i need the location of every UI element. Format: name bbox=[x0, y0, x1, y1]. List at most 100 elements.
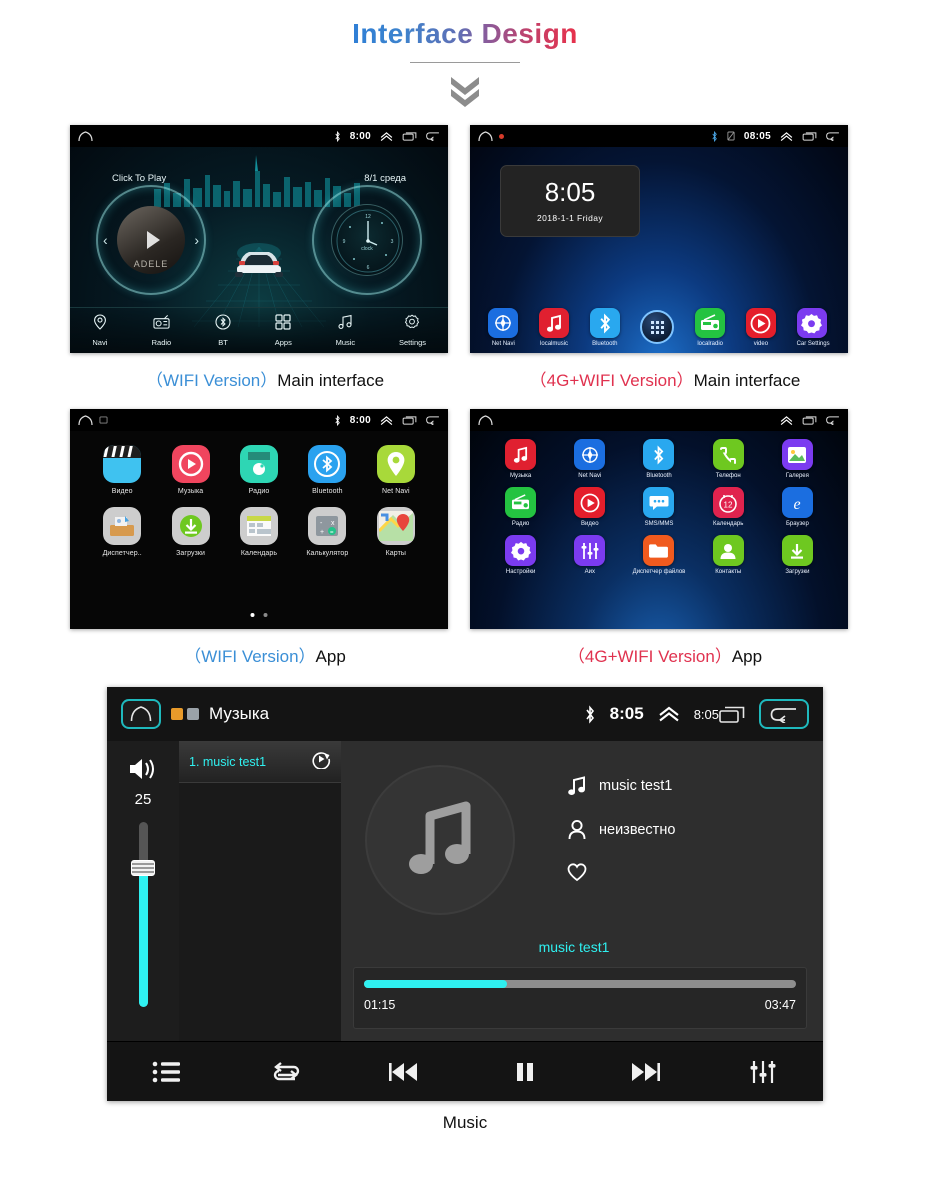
clock-label: clock bbox=[361, 245, 373, 252]
play-ring-icon[interactable] bbox=[311, 749, 331, 774]
dock-item-net-navi[interactable]: Net Navi bbox=[488, 308, 519, 347]
player-center: music test1 неизвестно music test1 01:15… bbox=[341, 741, 823, 1041]
recents-icon[interactable] bbox=[802, 131, 817, 141]
home-icon[interactable] bbox=[78, 130, 93, 142]
back-icon[interactable] bbox=[426, 415, 440, 425]
player-title: Музыка bbox=[209, 704, 270, 723]
app-item-downloads[interactable]: Загрузки bbox=[156, 507, 224, 557]
volume-icon[interactable] bbox=[127, 755, 159, 783]
back-icon[interactable] bbox=[426, 131, 440, 141]
equalizer-button[interactable] bbox=[740, 1054, 786, 1090]
dock-item-bluetooth[interactable]: Bluetooth bbox=[589, 308, 620, 347]
app-item-maps[interactable]: Карты bbox=[362, 507, 430, 557]
dock-item-bt[interactable]: BT bbox=[215, 314, 231, 347]
dock-item-music[interactable]: Music bbox=[336, 314, 355, 347]
recents-icon[interactable] bbox=[402, 131, 417, 141]
chevron-up-icon[interactable] bbox=[380, 415, 393, 425]
dock-item-settings[interactable]: Settings bbox=[399, 314, 426, 347]
repeat-button[interactable] bbox=[263, 1054, 309, 1090]
app-item-file-manager[interactable]: Диспетчер файлов bbox=[624, 535, 693, 575]
now-playing-label: music test1 bbox=[538, 939, 610, 955]
meta-favorite-row[interactable] bbox=[567, 863, 675, 882]
dock-item-localmusic[interactable]: localmusic bbox=[539, 308, 570, 347]
dock-item-app-drawer[interactable] bbox=[640, 310, 675, 347]
app-item-settings[interactable]: Настройки bbox=[486, 535, 555, 575]
app-item-music[interactable]: Музыка bbox=[156, 445, 224, 495]
download-icon bbox=[171, 507, 210, 545]
app-item-gallery[interactable]: Галерея bbox=[763, 439, 832, 479]
dock-label: localradio bbox=[697, 341, 723, 347]
chevron-up-icon[interactable] bbox=[658, 706, 680, 722]
next-arrow-icon[interactable]: › bbox=[194, 232, 199, 248]
click-to-play-label[interactable]: Click To Play bbox=[112, 173, 166, 184]
app-item-video[interactable]: Видео bbox=[555, 487, 624, 527]
chevron-up-icon[interactable] bbox=[380, 131, 393, 141]
chevron-up-icon[interactable] bbox=[780, 415, 793, 425]
pause-button[interactable] bbox=[502, 1054, 548, 1090]
dock-label: Radio bbox=[151, 338, 172, 347]
page-dot[interactable] bbox=[263, 613, 268, 617]
list-item[interactable]: 1. music test1 bbox=[179, 741, 341, 783]
recents-icon[interactable] bbox=[402, 415, 417, 425]
app-item-aux[interactable]: Аих bbox=[555, 535, 624, 575]
bluetooth-icon bbox=[308, 445, 347, 483]
next-button[interactable] bbox=[621, 1054, 667, 1090]
app-item-net-navi[interactable]: Net Navi bbox=[555, 439, 624, 479]
previous-button[interactable] bbox=[382, 1054, 428, 1090]
app-item-calendar[interactable]: 12 Календарь bbox=[694, 487, 763, 527]
back-button[interactable] bbox=[759, 699, 809, 729]
seek-area: 01:15 03:47 bbox=[353, 967, 807, 1029]
seek-slider[interactable] bbox=[364, 980, 796, 988]
app-item-radio[interactable]: Радио bbox=[486, 487, 555, 527]
app-item-music[interactable]: Музыка bbox=[486, 439, 555, 479]
chevron-up-icon[interactable] bbox=[780, 131, 793, 141]
prev-arrow-icon[interactable]: ‹ bbox=[103, 232, 108, 248]
heart-icon[interactable] bbox=[567, 863, 587, 882]
app-item-phone[interactable]: Телефон bbox=[694, 439, 763, 479]
back-icon[interactable] bbox=[826, 415, 840, 425]
dock-item-video[interactable]: video bbox=[745, 308, 776, 347]
app-item-bluetooth[interactable]: Bluetooth bbox=[293, 445, 361, 495]
app-item-calendar[interactable]: Календарь bbox=[225, 507, 293, 557]
app-item-bluetooth[interactable]: Bluetooth bbox=[624, 439, 693, 479]
recents-icon[interactable] bbox=[802, 415, 817, 425]
app-item-video[interactable]: Видео bbox=[88, 445, 156, 495]
app-item-sms[interactable]: SMS/MMS bbox=[624, 487, 693, 527]
app-item-contacts[interactable]: Контакты bbox=[694, 535, 763, 575]
app-item-calculator[interactable]: - x + = Калькулятор bbox=[293, 507, 361, 557]
home-icon[interactable] bbox=[478, 414, 493, 426]
dock-item-car-settings[interactable]: Car Settings bbox=[796, 308, 830, 347]
home-icon[interactable] bbox=[478, 130, 493, 142]
page-dot-active[interactable] bbox=[250, 613, 255, 617]
dock-item-apps[interactable]: Apps bbox=[275, 314, 292, 347]
playlist-track-label: 1. music test1 bbox=[189, 754, 267, 769]
dock-item-navi[interactable]: Navi bbox=[92, 314, 108, 347]
car-illustration bbox=[235, 243, 283, 277]
dock-label: Apps bbox=[274, 338, 292, 347]
next-icon bbox=[631, 1062, 660, 1081]
app-item-downloads[interactable]: Загрузки bbox=[763, 535, 832, 575]
clock-widget[interactable]: 8:05 2018-1-1 Friday bbox=[500, 165, 640, 237]
volume-thumb[interactable] bbox=[131, 860, 155, 877]
app-item-file-manager[interactable]: Диспетчер.. bbox=[88, 507, 156, 557]
home-icon[interactable] bbox=[78, 414, 93, 426]
bluetooth-icon bbox=[335, 130, 340, 142]
dock-item-radio[interactable]: Radio bbox=[151, 314, 172, 347]
play-icon[interactable] bbox=[146, 231, 160, 249]
back-icon[interactable] bbox=[826, 131, 840, 141]
app-item-browser[interactable]: e Браузер bbox=[763, 487, 832, 527]
apps-grid-icon bbox=[275, 314, 291, 330]
dock-item-localradio[interactable]: localradio bbox=[695, 308, 726, 347]
screenshot-icon bbox=[99, 416, 108, 424]
recents-icon[interactable] bbox=[719, 705, 745, 723]
app-label: Контакты bbox=[715, 569, 742, 575]
svg-text:12: 12 bbox=[365, 214, 371, 220]
fourg-apps-statusbar bbox=[470, 409, 848, 431]
volume-slider[interactable] bbox=[131, 822, 155, 1007]
app-item-radio[interactable]: Радио bbox=[225, 445, 293, 495]
svg-text:=: = bbox=[330, 530, 334, 536]
playlist-button[interactable] bbox=[144, 1054, 190, 1090]
app-item-net-navi[interactable]: Net Navi bbox=[362, 445, 430, 495]
wifi-apps-screenshot: 8:00 Видео Музыка Радио Bluetooth Net Na… bbox=[70, 409, 448, 629]
home-button[interactable] bbox=[121, 699, 161, 729]
